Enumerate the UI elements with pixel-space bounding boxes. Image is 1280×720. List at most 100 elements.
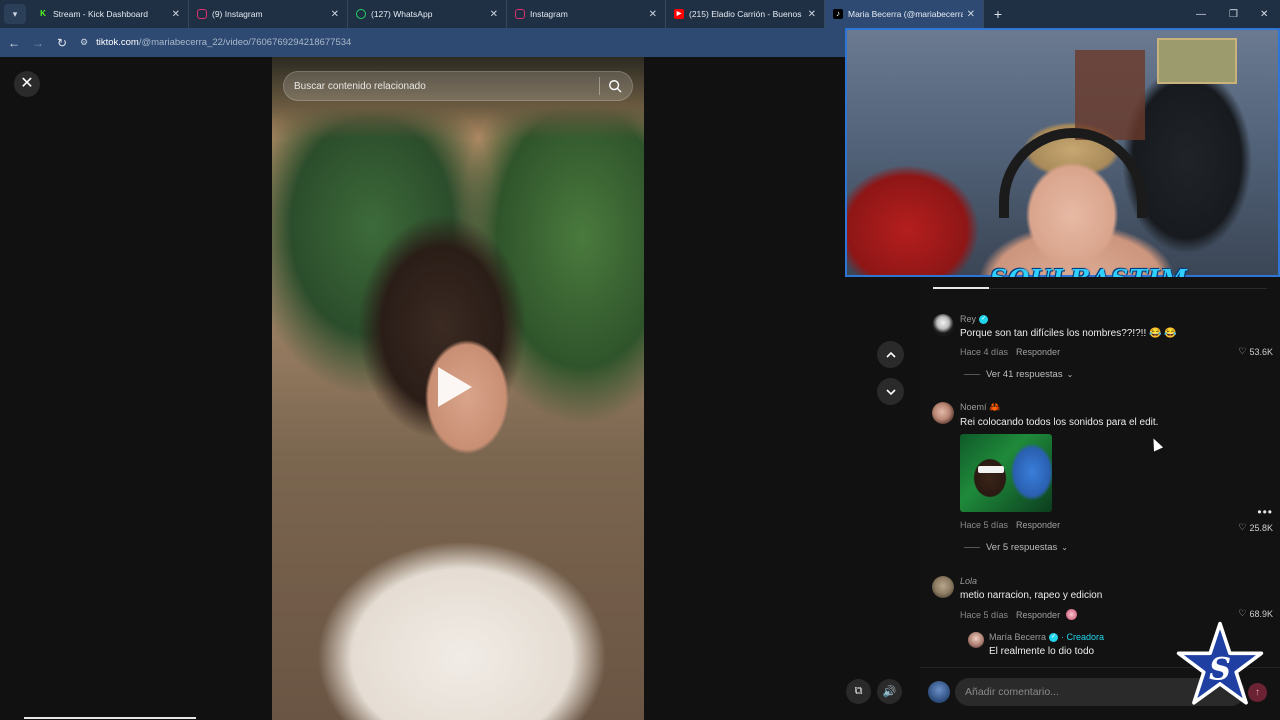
chevron-down-icon: ▾ xyxy=(12,8,18,19)
comment-text: metio narracion, rapeo y edicion xyxy=(960,590,1103,601)
site-info-icon[interactable]: ⚙ xyxy=(80,37,88,48)
url-field[interactable]: ⚙ tiktok.com/@mariabecerra_22/video/7606… xyxy=(80,32,351,54)
close-window-button[interactable]: ✕ xyxy=(1260,0,1268,28)
heart-icon: ♡ xyxy=(1238,522,1247,532)
instagram-icon xyxy=(515,9,525,19)
comment-gif-image[interactable] xyxy=(960,434,1052,512)
avatar[interactable] xyxy=(932,402,954,424)
close-tab-icon[interactable]: ✕ xyxy=(172,9,180,20)
close-icon: ✕ xyxy=(20,75,34,92)
svg-text:S: S xyxy=(1209,651,1231,687)
whatsapp-icon xyxy=(356,9,366,19)
search-icon[interactable] xyxy=(608,79,622,93)
comment-meta: Hace 5 días Responder xyxy=(960,609,1275,620)
comment-username[interactable]: Lola xyxy=(960,576,1275,586)
close-tab-icon[interactable]: ✕ xyxy=(490,9,498,20)
reload-button[interactable]: ↻ xyxy=(50,36,74,50)
url-host: tiktok.com xyxy=(96,37,139,48)
chevron-down-icon xyxy=(885,388,896,395)
more-options-icon[interactable]: ••• xyxy=(1257,505,1273,519)
comment-meta: Hace 5 días Responder xyxy=(960,520,1275,530)
comments-tab-indicator xyxy=(933,287,989,289)
comment-time: Hace 4 días xyxy=(960,347,1009,357)
view-replies-button[interactable]: Ver 41 respuestas ⌄ xyxy=(960,369,1275,380)
comment-text: Porque son tan difíciles los nombres??!?… xyxy=(960,328,1177,339)
forward-button[interactable]: → xyxy=(26,36,50,50)
reload-icon: ↻ xyxy=(56,35,68,50)
instagram-icon xyxy=(197,9,207,19)
arrow-right-icon: → xyxy=(32,35,44,50)
chevron-down-icon: ⌄ xyxy=(1061,543,1068,552)
tab-instagram-9[interactable]: (9) Instagram ✕ xyxy=(189,0,348,28)
avatar[interactable] xyxy=(968,632,984,648)
video-progress-bar[interactable] xyxy=(24,717,196,719)
play-icon[interactable] xyxy=(438,367,472,407)
tab-kick-dashboard[interactable]: K Stream - Kick Dashboard ✕ xyxy=(30,0,189,28)
avatar[interactable] xyxy=(928,681,950,703)
close-tab-icon[interactable]: ✕ xyxy=(649,9,657,20)
comment-meta: Hace 4 días Responder xyxy=(960,347,1275,357)
tiktok-icon: ♪ xyxy=(833,9,843,19)
tab-search-button[interactable]: ▾ xyxy=(4,4,26,24)
like-button[interactable]: ♡ 53.6K xyxy=(1238,346,1273,357)
creator-liked-avatar xyxy=(1066,609,1078,620)
star-logo-icon: S xyxy=(1176,621,1264,705)
tab-youtube-eladio[interactable]: ▶ (215) Eladio Carrión - Buenos D ✕ xyxy=(666,0,825,28)
comment-placeholder: Añadir comentario... xyxy=(965,686,1059,698)
tab-whatsapp[interactable]: (127) WhatsApp ✕ xyxy=(348,0,507,28)
related-search-input[interactable]: Buscar contenido relacionado xyxy=(283,71,633,101)
tab-strip: ▾ K Stream - Kick Dashboard ✕ (9) Instag… xyxy=(0,0,1280,28)
url-path: /@mariabecerra_22/video/7606769294218677… xyxy=(138,37,352,48)
search-placeholder: Buscar contenido relacionado xyxy=(294,80,426,92)
pip-button[interactable]: ⧉ xyxy=(846,679,871,704)
tab-instagram[interactable]: Instagram ✕ xyxy=(507,0,666,28)
reply-button[interactable]: Responder xyxy=(1016,347,1060,357)
previous-video-button[interactable] xyxy=(877,341,904,368)
close-icon: ✕ xyxy=(1260,8,1269,20)
restore-icon: ❐ xyxy=(1229,8,1238,20)
comment-time: Hace 5 días xyxy=(960,609,1009,620)
comment-username[interactable]: Rey ✓ xyxy=(960,314,1275,324)
close-tab-icon[interactable]: ✕ xyxy=(967,9,975,20)
reply-button[interactable]: Responder xyxy=(1016,610,1060,620)
tab-tiktok-maria-becerra[interactable]: ♪ Maria Becerra (@mariabecerra_ ✕ xyxy=(825,0,984,28)
poster-decor xyxy=(1157,38,1237,84)
next-video-button[interactable] xyxy=(877,378,904,405)
like-button[interactable]: ♡ 68.9K xyxy=(1238,608,1273,619)
verified-icon: ✓ xyxy=(979,314,989,324)
comment-time: Hace 5 días xyxy=(960,520,1009,530)
search-divider xyxy=(599,77,600,95)
avatar[interactable] xyxy=(932,314,954,336)
close-tab-icon[interactable]: ✕ xyxy=(808,9,816,20)
pip-icon: ⧉ xyxy=(854,685,863,697)
view-replies-button[interactable]: Ver 5 respuestas ⌄ xyxy=(960,542,1275,553)
comments-panel: Rey ✓ Porque son tan difíciles los nombre… xyxy=(920,277,1280,667)
comment-username[interactable]: Noemí 🦀 xyxy=(960,402,1275,413)
back-button[interactable]: ← xyxy=(2,36,26,50)
youtube-icon: ▶ xyxy=(674,9,684,19)
video-player[interactable]: Buscar contenido relacionado xyxy=(272,57,644,720)
arrow-left-icon: ← xyxy=(8,35,20,50)
headset-shape xyxy=(999,128,1147,218)
shelf-decor xyxy=(1075,50,1145,140)
webcam-overlay xyxy=(845,28,1280,277)
reply-line xyxy=(964,547,980,548)
avatar[interactable] xyxy=(932,576,954,598)
like-button[interactable]: ♡ 25.8K xyxy=(1238,522,1273,533)
chevron-down-icon: ⌄ xyxy=(1066,370,1074,379)
comment-text: Rei colocando todos los sonidos para el … xyxy=(960,417,1159,428)
restore-button[interactable]: ❐ xyxy=(1229,0,1238,28)
video-stage: ✕ Buscar contenido relacionado ⧉ 🔊 xyxy=(0,57,920,720)
reply-line xyxy=(964,374,980,375)
volume-icon: 🔊 xyxy=(882,686,897,698)
close-video-button[interactable]: ✕ xyxy=(14,71,40,97)
heart-icon: ♡ xyxy=(1238,346,1247,356)
reply-button[interactable]: Responder xyxy=(1016,520,1060,530)
close-tab-icon[interactable]: ✕ xyxy=(331,9,339,20)
verified-icon: ✓ xyxy=(1049,632,1059,642)
volume-button[interactable]: 🔊 xyxy=(877,679,902,704)
minimize-button[interactable]: — xyxy=(1196,0,1206,28)
plus-icon: + xyxy=(993,6,1003,22)
new-tab-button[interactable]: + xyxy=(984,6,1012,22)
minimize-icon: — xyxy=(1196,8,1206,20)
